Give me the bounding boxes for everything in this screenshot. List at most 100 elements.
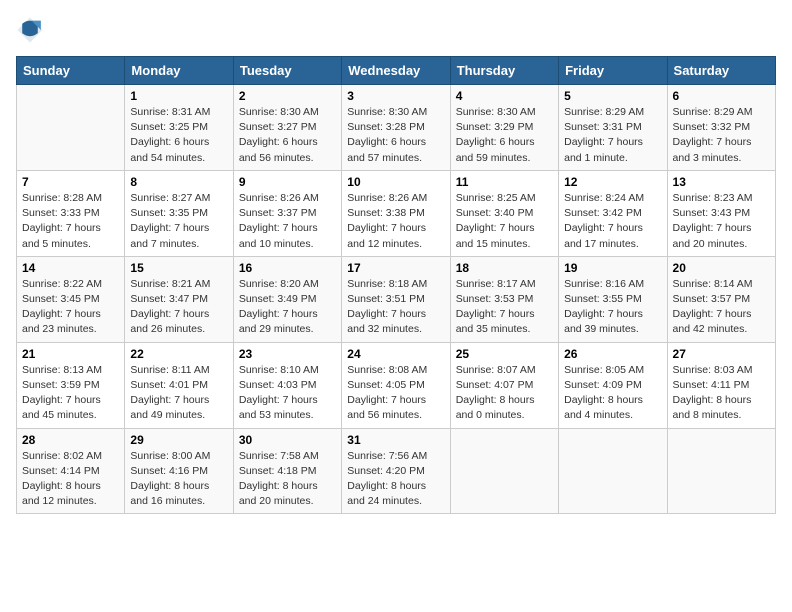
week-row-5: 28 Sunrise: 8:02 AM Sunset: 4:14 PM Dayli… [17, 428, 776, 514]
calendar-cell [450, 428, 558, 514]
day-number: 5 [564, 89, 661, 103]
calendar-header: SundayMondayTuesdayWednesdayThursdayFrid… [17, 57, 776, 85]
calendar-cell: 29 Sunrise: 8:00 AM Sunset: 4:16 PM Dayli… [125, 428, 233, 514]
day-detail: Sunrise: 8:11 AM Sunset: 4:01 PM Dayligh… [130, 363, 227, 424]
day-number: 22 [130, 347, 227, 361]
day-detail: Sunrise: 8:13 AM Sunset: 3:59 PM Dayligh… [22, 363, 119, 424]
calendar-cell: 28 Sunrise: 8:02 AM Sunset: 4:14 PM Dayli… [17, 428, 125, 514]
calendar-cell: 24 Sunrise: 8:08 AM Sunset: 4:05 PM Dayli… [342, 342, 450, 428]
header-day-friday: Friday [559, 57, 667, 85]
day-number: 26 [564, 347, 661, 361]
calendar-cell: 3 Sunrise: 8:30 AM Sunset: 3:28 PM Daylig… [342, 85, 450, 171]
calendar-cell: 5 Sunrise: 8:29 AM Sunset: 3:31 PM Daylig… [559, 85, 667, 171]
calendar-cell: 12Sunrise: 8:24 AM Sunset: 3:42 PM Dayli… [559, 170, 667, 256]
calendar-cell: 1Sunrise: 8:31 AM Sunset: 3:25 PM Daylig… [125, 85, 233, 171]
day-detail: Sunrise: 8:26 AM Sunset: 3:38 PM Dayligh… [347, 191, 444, 252]
header-day-monday: Monday [125, 57, 233, 85]
calendar-body: 1Sunrise: 8:31 AM Sunset: 3:25 PM Daylig… [17, 85, 776, 514]
day-number: 4 [456, 89, 553, 103]
day-number: 13 [673, 175, 770, 189]
day-number: 10 [347, 175, 444, 189]
day-detail: Sunrise: 8:08 AM Sunset: 4:05 PM Dayligh… [347, 363, 444, 424]
day-detail: Sunrise: 8:07 AM Sunset: 4:07 PM Dayligh… [456, 363, 553, 424]
calendar-cell: 16 Sunrise: 8:20 AM Sunset: 3:49 PM Dayli… [233, 256, 341, 342]
day-detail: Sunrise: 8:22 AM Sunset: 3:45 PM Dayligh… [22, 277, 119, 338]
header-day-thursday: Thursday [450, 57, 558, 85]
day-number: 27 [673, 347, 770, 361]
day-number: 11 [456, 175, 553, 189]
day-number: 15 [130, 261, 227, 275]
calendar-cell: 7 Sunrise: 8:28 AM Sunset: 3:33 PM Daylig… [17, 170, 125, 256]
day-number: 16 [239, 261, 336, 275]
day-detail: Sunrise: 8:31 AM Sunset: 3:25 PM Dayligh… [130, 105, 227, 166]
header-day-saturday: Saturday [667, 57, 775, 85]
day-number: 2 [239, 89, 336, 103]
calendar-cell: 21 Sunrise: 8:13 AM Sunset: 3:59 PM Dayli… [17, 342, 125, 428]
header-day-tuesday: Tuesday [233, 57, 341, 85]
page-header [16, 16, 776, 44]
day-number: 14 [22, 261, 119, 275]
calendar-cell [559, 428, 667, 514]
day-number: 24 [347, 347, 444, 361]
day-detail: Sunrise: 8:28 AM Sunset: 3:33 PM Dayligh… [22, 191, 119, 252]
calendar-cell: 31Sunrise: 7:56 AM Sunset: 4:20 PM Dayli… [342, 428, 450, 514]
day-number: 17 [347, 261, 444, 275]
day-detail: Sunrise: 8:25 AM Sunset: 3:40 PM Dayligh… [456, 191, 553, 252]
calendar-cell: 2 Sunrise: 8:30 AM Sunset: 3:27 PM Daylig… [233, 85, 341, 171]
day-number: 28 [22, 433, 119, 447]
day-detail: Sunrise: 8:05 AM Sunset: 4:09 PM Dayligh… [564, 363, 661, 424]
day-detail: Sunrise: 8:10 AM Sunset: 4:03 PM Dayligh… [239, 363, 336, 424]
day-detail: Sunrise: 8:29 AM Sunset: 3:32 PM Dayligh… [673, 105, 770, 166]
week-row-2: 7 Sunrise: 8:28 AM Sunset: 3:33 PM Daylig… [17, 170, 776, 256]
day-detail: Sunrise: 8:00 AM Sunset: 4:16 PM Dayligh… [130, 449, 227, 510]
logo-icon [16, 16, 44, 44]
calendar-cell: 27Sunrise: 8:03 AM Sunset: 4:11 PM Dayli… [667, 342, 775, 428]
day-number: 21 [22, 347, 119, 361]
day-detail: Sunrise: 8:30 AM Sunset: 3:29 PM Dayligh… [456, 105, 553, 166]
day-number: 7 [22, 175, 119, 189]
logo [16, 16, 48, 44]
calendar-cell: 9Sunrise: 8:26 AM Sunset: 3:37 PM Daylig… [233, 170, 341, 256]
calendar-table: SundayMondayTuesdayWednesdayThursdayFrid… [16, 56, 776, 514]
header-row: SundayMondayTuesdayWednesdayThursdayFrid… [17, 57, 776, 85]
calendar-cell [17, 85, 125, 171]
day-detail: Sunrise: 8:23 AM Sunset: 3:43 PM Dayligh… [673, 191, 770, 252]
day-number: 29 [130, 433, 227, 447]
day-number: 6 [673, 89, 770, 103]
calendar-cell: 25 Sunrise: 8:07 AM Sunset: 4:07 PM Dayli… [450, 342, 558, 428]
day-detail: Sunrise: 8:30 AM Sunset: 3:27 PM Dayligh… [239, 105, 336, 166]
day-detail: Sunrise: 8:30 AM Sunset: 3:28 PM Dayligh… [347, 105, 444, 166]
day-number: 3 [347, 89, 444, 103]
calendar-cell: 22 Sunrise: 8:11 AM Sunset: 4:01 PM Dayli… [125, 342, 233, 428]
day-detail: Sunrise: 8:26 AM Sunset: 3:37 PM Dayligh… [239, 191, 336, 252]
day-detail: Sunrise: 8:27 AM Sunset: 3:35 PM Dayligh… [130, 191, 227, 252]
week-row-3: 14 Sunrise: 8:22 AM Sunset: 3:45 PM Dayli… [17, 256, 776, 342]
day-number: 19 [564, 261, 661, 275]
calendar-cell: 23 Sunrise: 8:10 AM Sunset: 4:03 PM Dayli… [233, 342, 341, 428]
day-number: 23 [239, 347, 336, 361]
day-number: 25 [456, 347, 553, 361]
day-detail: Sunrise: 7:56 AM Sunset: 4:20 PM Dayligh… [347, 449, 444, 510]
calendar-cell: 14 Sunrise: 8:22 AM Sunset: 3:45 PM Dayli… [17, 256, 125, 342]
day-number: 12 [564, 175, 661, 189]
day-detail: Sunrise: 8:29 AM Sunset: 3:31 PM Dayligh… [564, 105, 661, 166]
day-detail: Sunrise: 8:18 AM Sunset: 3:51 PM Dayligh… [347, 277, 444, 338]
day-number: 20 [673, 261, 770, 275]
calendar-cell: 26 Sunrise: 8:05 AM Sunset: 4:09 PM Dayli… [559, 342, 667, 428]
day-detail: Sunrise: 8:14 AM Sunset: 3:57 PM Dayligh… [673, 277, 770, 338]
day-detail: Sunrise: 8:20 AM Sunset: 3:49 PM Dayligh… [239, 277, 336, 338]
calendar-cell: 11 Sunrise: 8:25 AM Sunset: 3:40 PM Dayli… [450, 170, 558, 256]
header-day-wednesday: Wednesday [342, 57, 450, 85]
day-detail: Sunrise: 8:02 AM Sunset: 4:14 PM Dayligh… [22, 449, 119, 510]
day-detail: Sunrise: 7:58 AM Sunset: 4:18 PM Dayligh… [239, 449, 336, 510]
calendar-cell: 30Sunrise: 7:58 AM Sunset: 4:18 PM Dayli… [233, 428, 341, 514]
day-number: 18 [456, 261, 553, 275]
calendar-cell [667, 428, 775, 514]
calendar-cell: 15Sunrise: 8:21 AM Sunset: 3:47 PM Dayli… [125, 256, 233, 342]
calendar-cell: 10 Sunrise: 8:26 AM Sunset: 3:38 PM Dayli… [342, 170, 450, 256]
calendar-cell: 18Sunrise: 8:17 AM Sunset: 3:53 PM Dayli… [450, 256, 558, 342]
week-row-4: 21 Sunrise: 8:13 AM Sunset: 3:59 PM Dayli… [17, 342, 776, 428]
header-day-sunday: Sunday [17, 57, 125, 85]
calendar-cell: 17 Sunrise: 8:18 AM Sunset: 3:51 PM Dayli… [342, 256, 450, 342]
day-detail: Sunrise: 8:16 AM Sunset: 3:55 PM Dayligh… [564, 277, 661, 338]
